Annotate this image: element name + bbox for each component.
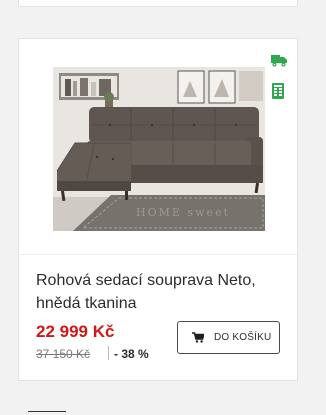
stock-availability-icon xyxy=(272,83,284,99)
add-to-cart-button[interactable]: DO KOŠÍKU xyxy=(177,321,280,354)
corner-sofa-photo: HOME sweet xyxy=(53,67,265,231)
cart-button-label: DO KOŠÍKU xyxy=(214,332,272,343)
previous-product-card xyxy=(18,0,298,7)
product-title[interactable]: Rohová sedací souprava Neto, hnědá tkani… xyxy=(36,269,286,315)
product-image[interactable]: HOME sweet xyxy=(53,67,265,231)
product-card[interactable]: HOME sweet Rohová sedací souprava Neto, … xyxy=(18,38,298,381)
rug-text: HOME sweet xyxy=(136,206,230,219)
discount-badge: - 38 % xyxy=(114,347,149,361)
truck-icon xyxy=(271,55,287,67)
bottom-divider xyxy=(28,411,66,412)
old-price: 37 150 Kč xyxy=(36,347,91,361)
cart-icon xyxy=(192,332,204,343)
card-divider xyxy=(19,254,297,255)
price-separator xyxy=(108,346,109,360)
current-price: 22 999 Kč xyxy=(36,322,115,341)
